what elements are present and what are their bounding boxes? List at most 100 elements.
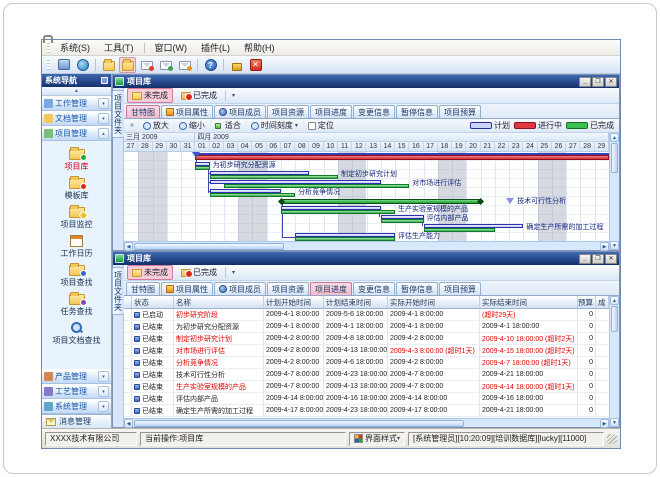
table-row-3[interactable]: 已结束对市场进行评估2009-4-2 8:00:002009-4-13 18:0…	[124, 345, 609, 357]
sidebar-item-6[interactable]: 项目文档查找	[42, 320, 111, 346]
scrollbar-thumb[interactable]	[611, 143, 618, 173]
gantt-actual-bar[interactable]	[281, 210, 395, 214]
gantt-actual-bar[interactable]	[195, 166, 209, 170]
scroll-right-button[interactable]	[600, 419, 609, 428]
tab-w1-1[interactable]: 项目属性	[161, 105, 213, 118]
column-header-2[interactable]: 计划开始时间	[264, 296, 324, 308]
table-row-5[interactable]: 已结束技术可行性分析2009-4-7 8:00:002009-4-23 18:0…	[124, 369, 609, 381]
restore-button[interactable]: ❐	[592, 254, 604, 264]
tab-w1-6[interactable]: 暂停信息	[396, 105, 438, 118]
computer-button[interactable]	[55, 57, 72, 73]
tab-w2-2[interactable]: 项目成员	[214, 282, 266, 295]
menu-item-1[interactable]: 工具(T)	[97, 40, 141, 55]
column-header-1[interactable]: 名称	[174, 296, 264, 308]
filter-button-w1-0[interactable]: 未完成	[127, 88, 173, 103]
gantt-chart[interactable]: 为初步研究分配资源制定初步研究计划对市场进行评估分析竞争情况技术可行性分析生产实…	[124, 152, 609, 241]
column-header-4[interactable]: 实际开始时间	[388, 296, 480, 308]
sidebar-group-2[interactable]: 项目管理▴	[42, 126, 111, 141]
tab-w2-3[interactable]: 项目资源	[267, 282, 309, 295]
gantt-summary-progress-bar[interactable]	[195, 155, 609, 160]
resize-grip[interactable]	[607, 434, 617, 444]
sidebar-item-0[interactable]: 项目库	[42, 146, 111, 172]
filter-button-w1-1[interactable]: 已完成	[176, 88, 222, 103]
tab-w2-5[interactable]: 变更信息	[353, 282, 395, 295]
overflow-chevron-icon[interactable]: »	[127, 122, 137, 129]
zoom-out-button[interactable]: 缩小	[174, 120, 209, 131]
gantt-actual-bar[interactable]	[224, 184, 409, 188]
table-row-6[interactable]: 已结束生产实验室规模的产品2009-4-7 8:00:002009-4-13 1…	[124, 381, 609, 393]
sidebar-item-4[interactable]: 项目查找	[42, 262, 111, 288]
scrollbar-thumb[interactable]	[611, 306, 618, 332]
filter-button-w2-1[interactable]: 已完成	[176, 265, 222, 280]
globe-button[interactable]	[74, 57, 91, 73]
minimize-button[interactable]: _	[579, 77, 591, 87]
close-button[interactable]: ✕	[605, 254, 617, 264]
sidebar-group-0[interactable]: 工作管理▾	[42, 96, 111, 111]
tab-w2-0[interactable]: 甘特图	[126, 282, 160, 295]
scroll-right-button[interactable]	[600, 242, 609, 251]
tab-w2-7[interactable]: 项目预算	[439, 282, 481, 295]
menu-item-2[interactable]: 窗口(W)	[148, 40, 195, 55]
project-folder-tab[interactable]: 项目文件夹	[112, 267, 125, 315]
mail-read-button[interactable]	[157, 57, 174, 73]
column-header-5[interactable]: 实际结束时间	[480, 296, 578, 308]
gantt-summary-complete-bar[interactable]	[281, 199, 481, 204]
column-header-0[interactable]: 状态	[132, 296, 174, 308]
gantt-actual-bar[interactable]	[381, 219, 424, 223]
exit-button[interactable]	[247, 57, 264, 73]
group-toggle-icon[interactable]: ▾	[98, 98, 109, 109]
fit-button[interactable]: 适合	[210, 120, 245, 131]
sidebar-group-3[interactable]: 产品管理▾	[42, 369, 111, 384]
tab-w1-4[interactable]: 项目进度	[310, 105, 352, 118]
folder-view-button[interactable]	[119, 57, 136, 73]
overflow-dropdown-icon[interactable]: ▾	[229, 269, 238, 276]
column-header-7[interactable]: 成	[596, 296, 609, 308]
group-toggle-icon[interactable]: ▾	[98, 113, 109, 124]
scroll-left-button[interactable]	[124, 242, 133, 251]
table-horizontal-scrollbar[interactable]	[124, 418, 609, 427]
gantt-actual-bar[interactable]	[210, 175, 338, 179]
close-button[interactable]: ✕	[605, 77, 617, 87]
tab-w2-6[interactable]: 暂停信息	[396, 282, 438, 295]
mail-flag-button[interactable]	[176, 57, 193, 73]
table-row-8[interactable]: 已结束确定生产所需的加工过程2009-4-17 8:00:002009-4-23…	[124, 405, 609, 417]
folder-open-button[interactable]	[100, 57, 117, 73]
pin-icon[interactable]	[101, 77, 108, 84]
timescale-button[interactable]: 时间刻度▾	[246, 120, 302, 131]
window-titlebar[interactable]: 项目库 _❐✕	[113, 75, 619, 88]
sidebar-tab-messages[interactable]: 消息管理	[42, 414, 111, 428]
table-row-4[interactable]: 已结束分析竞争情况2009-4-2 8:00:002009-4-6 18:00:…	[124, 357, 609, 369]
tab-w2-4[interactable]: 项目进度	[310, 282, 352, 295]
minimize-button[interactable]: _	[579, 254, 591, 264]
menu-item-3[interactable]: 插件(L)	[194, 40, 237, 55]
group-toggle-icon[interactable]: ▾	[98, 401, 109, 412]
mail-new-button[interactable]	[138, 57, 155, 73]
scroll-left-button[interactable]	[124, 419, 133, 428]
scroll-up-button[interactable]	[610, 296, 619, 305]
table-row-2[interactable]: 已结束制定初步研究计划2009-4-2 8:00:002009-4-8 18:0…	[124, 333, 609, 345]
filter-button-w2-0[interactable]: 未完成	[127, 265, 173, 280]
lock-button[interactable]	[228, 57, 245, 73]
tab-w1-2[interactable]: 项目成员	[214, 105, 266, 118]
menu-item-4[interactable]: 帮助(H)	[237, 40, 282, 55]
group-toggle-icon[interactable]: ▾	[98, 371, 109, 382]
sidebar-item-1[interactable]: 模板库	[42, 175, 111, 201]
scrollbar-thumb[interactable]	[134, 420, 464, 427]
sidebar-item-3[interactable]: 工作日历	[42, 233, 111, 259]
project-folder-tab[interactable]: 项目文件夹	[112, 90, 125, 138]
gantt-actual-bar[interactable]	[210, 193, 296, 197]
zoom-in-button[interactable]: 放大	[138, 120, 173, 131]
tab-w1-5[interactable]: 变更信息	[353, 105, 395, 118]
scroll-down-button[interactable]	[610, 241, 619, 250]
gantt-horizontal-scrollbar[interactable]	[124, 241, 609, 250]
scroll-up-button[interactable]	[610, 133, 619, 142]
help-button[interactable]	[202, 57, 219, 73]
table-row-1[interactable]: 已结束为初步研究分配资源2009-4-1 8:00:002009-4-1 18:…	[124, 321, 609, 333]
sidebar-item-5[interactable]: 任务查找	[42, 291, 111, 317]
tab-w1-0[interactable]: 甘特图	[126, 105, 160, 118]
sidebar-group-1[interactable]: 文档管理▾	[42, 111, 111, 126]
gantt-vertical-scrollbar[interactable]	[609, 133, 619, 250]
table-row-0[interactable]: 已启动初步研究阶段2009-4-1 8:00:002009-5-6 18:00:…	[124, 309, 609, 321]
restore-button[interactable]: ❐	[592, 77, 604, 87]
group-toggle-icon[interactable]: ▴	[98, 128, 109, 139]
